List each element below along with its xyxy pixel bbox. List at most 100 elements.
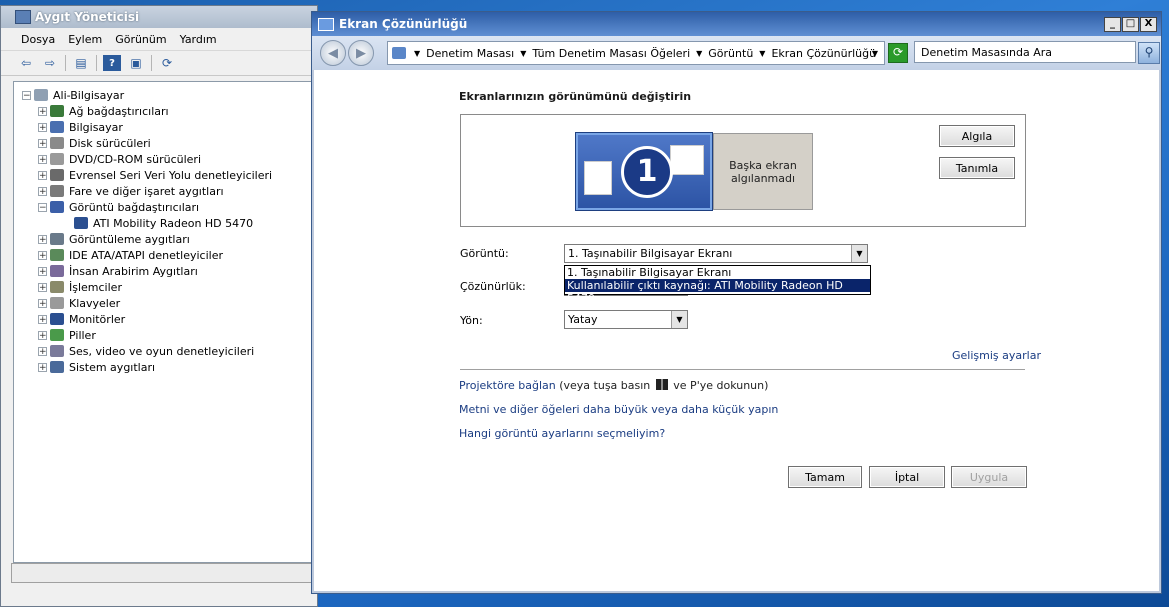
ok-button[interactable]: Tamam <box>788 466 862 488</box>
projector-link-row: Projektöre bağlan (veya tuşa basın ve P'… <box>459 379 768 392</box>
tree-item[interactable]: + Sistem aygıtları <box>38 359 155 375</box>
text-size-link[interactable]: Metni ve diğer öğeleri daha büyük veya d… <box>459 403 778 416</box>
tree-item[interactable]: + Bilgisayar <box>38 119 123 135</box>
breadcrumb-arrow-icon[interactable]: ▼ <box>759 49 765 58</box>
expand-icon[interactable]: + <box>38 234 47 244</box>
tree-item[interactable]: + İşlemciler <box>38 279 122 295</box>
tree-item-label: Görüntü bağdaştırıcıları <box>69 200 200 214</box>
expand-icon[interactable]: + <box>38 250 47 260</box>
tree-item[interactable]: + Fare ve diğer işaret aygıtları <box>38 183 224 199</box>
expand-icon[interactable]: + <box>38 362 47 372</box>
tree-item-label: DVD/CD-ROM sürücüleri <box>69 152 202 166</box>
expand-icon[interactable]: + <box>38 266 47 276</box>
back-arrow-icon[interactable]: ⇦ <box>17 55 35 71</box>
expand-icon[interactable]: + <box>38 106 47 116</box>
expand-icon[interactable]: + <box>38 138 47 148</box>
toolbar-separator <box>151 55 152 71</box>
breadcrumb-ekran-cozunurlugu[interactable]: Ekran Çözünürlüğü <box>771 47 876 60</box>
expand-icon[interactable]: + <box>38 314 47 324</box>
resolution-label: Çözünürlük: <box>460 280 526 293</box>
back-button[interactable]: ◀ <box>320 40 346 66</box>
tree-item[interactable]: + Ses, video ve oyun denetleyicileri <box>38 343 254 359</box>
device-category-icon <box>50 249 64 261</box>
collapse-icon[interactable]: − <box>38 202 47 212</box>
tree-item[interactable]: − Görüntü bağdaştırıcıları <box>38 199 199 215</box>
expand-icon[interactable]: + <box>38 298 47 308</box>
breadcrumb-arrow-icon[interactable]: ▼ <box>520 49 526 58</box>
forward-button[interactable]: ▶ <box>348 40 374 66</box>
tree-item[interactable]: + IDE ATA/ATAPI denetleyiciler <box>38 247 223 263</box>
section-divider <box>460 369 1025 370</box>
collapse-icon[interactable]: − <box>22 90 31 100</box>
device-manager-toolbar: ⇦ ⇨ ▤ ? ▣ ⟳ <box>1 51 317 76</box>
help-icon[interactable]: ? <box>103 55 121 71</box>
device-category-icon <box>50 201 64 213</box>
address-dropdown-icon[interactable]: ▼ <box>872 49 878 58</box>
breadcrumb-tum-ogeler[interactable]: Tüm Denetim Masası Öğeleri <box>532 47 690 60</box>
monitor-preview-window <box>584 161 612 195</box>
tree-item-label: Klavyeler <box>69 296 121 310</box>
refresh-icon[interactable]: ⟳ <box>888 43 908 63</box>
menu-gorunum[interactable]: Görünüm <box>115 33 179 46</box>
which-settings-link[interactable]: Hangi görüntü ayarlarını seçmeliyim? <box>459 427 665 440</box>
tree-item[interactable]: + Evrensel Seri Veri Yolu denetleyicileri <box>38 167 272 183</box>
expand-icon[interactable]: + <box>38 154 47 164</box>
device-category-icon <box>50 345 64 357</box>
view-icon[interactable]: ▣ <box>127 55 145 71</box>
identify-button[interactable]: Tanımla <box>939 157 1015 179</box>
search-icon[interactable]: ⚲ <box>1138 42 1160 64</box>
maximize-button[interactable]: □ <box>1122 17 1139 32</box>
breadcrumb-arrow-icon[interactable]: ▼ <box>696 49 702 58</box>
forward-arrow-icon[interactable]: ⇨ <box>41 55 59 71</box>
display-select[interactable]: 1. Taşınabilir Bilgisayar Ekranı ▼ <box>564 244 868 263</box>
tree-item[interactable]: + Piller <box>38 327 96 343</box>
dropdown-option[interactable]: 1. Taşınabilir Bilgisayar Ekranı <box>565 266 870 279</box>
expand-icon[interactable]: + <box>38 282 47 292</box>
expand-icon[interactable]: + <box>38 170 47 180</box>
tree-item-label: İnsan Arabirim Aygıtları <box>69 264 198 278</box>
monitor-1[interactable]: 1 <box>576 133 712 210</box>
display-window-titlebar[interactable]: Ekran Çözünürlüğü _ □ X <box>312 12 1161 36</box>
tree-item[interactable]: + Monitörler <box>38 311 125 327</box>
tree-item[interactable]: + Görüntüleme aygıtları <box>38 231 190 247</box>
device-manager-titlebar[interactable]: Aygıt Yöneticisi <box>1 6 317 28</box>
device-manager-window: Aygıt Yöneticisi Dosya Eylem Görünüm Yar… <box>0 5 318 607</box>
tree-item[interactable]: + Disk sürücüleri <box>38 135 151 151</box>
tree-child-item[interactable]: ATI Mobility Radeon HD 5470 <box>74 215 253 231</box>
menu-dosya[interactable]: Dosya <box>21 33 68 46</box>
toolbar-separator <box>65 55 66 71</box>
tree-item-label: Piller <box>69 328 96 342</box>
search-input[interactable]: Denetim Masasında Ara <box>914 41 1136 63</box>
menu-yardim[interactable]: Yardım <box>180 33 230 46</box>
tree-item-label: Monitörler <box>69 312 126 326</box>
chevron-down-icon[interactable]: ▼ <box>851 245 867 262</box>
minimize-button[interactable]: _ <box>1104 17 1121 32</box>
detect-button[interactable]: Algıla <box>939 125 1015 147</box>
breadcrumb-goruntu[interactable]: Görüntü <box>708 47 753 60</box>
address-bar[interactable]: ▼ Denetim Masası ▼ Tüm Denetim Masası Öğ… <box>387 41 885 65</box>
tree-item[interactable]: + Klavyeler <box>38 295 120 311</box>
tree-item[interactable]: + İnsan Arabirim Aygıtları <box>38 263 198 279</box>
tree-root[interactable]: − Ali-Bilgisayar <box>22 87 124 103</box>
expand-icon[interactable]: + <box>38 346 47 356</box>
expand-icon[interactable]: + <box>38 122 47 132</box>
menu-eylem[interactable]: Eylem <box>68 33 115 46</box>
properties-icon[interactable]: ▤ <box>72 55 90 71</box>
monitor-2[interactable]: Başka ekran algılanmadı <box>713 133 813 210</box>
projector-link[interactable]: Projektöre bağlan <box>459 379 556 392</box>
close-button[interactable]: X <box>1140 17 1157 32</box>
orientation-select[interactable]: Yatay ▼ <box>564 310 688 329</box>
scan-hardware-icon[interactable]: ⟳ <box>158 55 176 71</box>
breadcrumb-denetim-masasi[interactable]: Denetim Masası <box>426 47 514 60</box>
display-adapter-icon <box>74 217 88 229</box>
cancel-button[interactable]: İptal <box>869 466 945 488</box>
tree-item[interactable]: + Ağ bağdaştırıcıları <box>38 103 169 119</box>
expand-icon[interactable]: + <box>38 186 47 196</box>
chevron-down-icon[interactable]: ▼ <box>671 311 687 328</box>
breadcrumb-arrow-icon[interactable]: ▼ <box>414 49 420 58</box>
dropdown-option-selected[interactable]: Kullanılabilir çıktı kaynağı: ATI Mobili… <box>565 279 870 305</box>
tree-item[interactable]: + DVD/CD-ROM sürücüleri <box>38 151 201 167</box>
expand-icon[interactable]: + <box>38 330 47 340</box>
advanced-settings-link[interactable]: Gelişmiş ayarlar <box>952 349 1041 362</box>
apply-button[interactable]: Uygula <box>951 466 1027 488</box>
